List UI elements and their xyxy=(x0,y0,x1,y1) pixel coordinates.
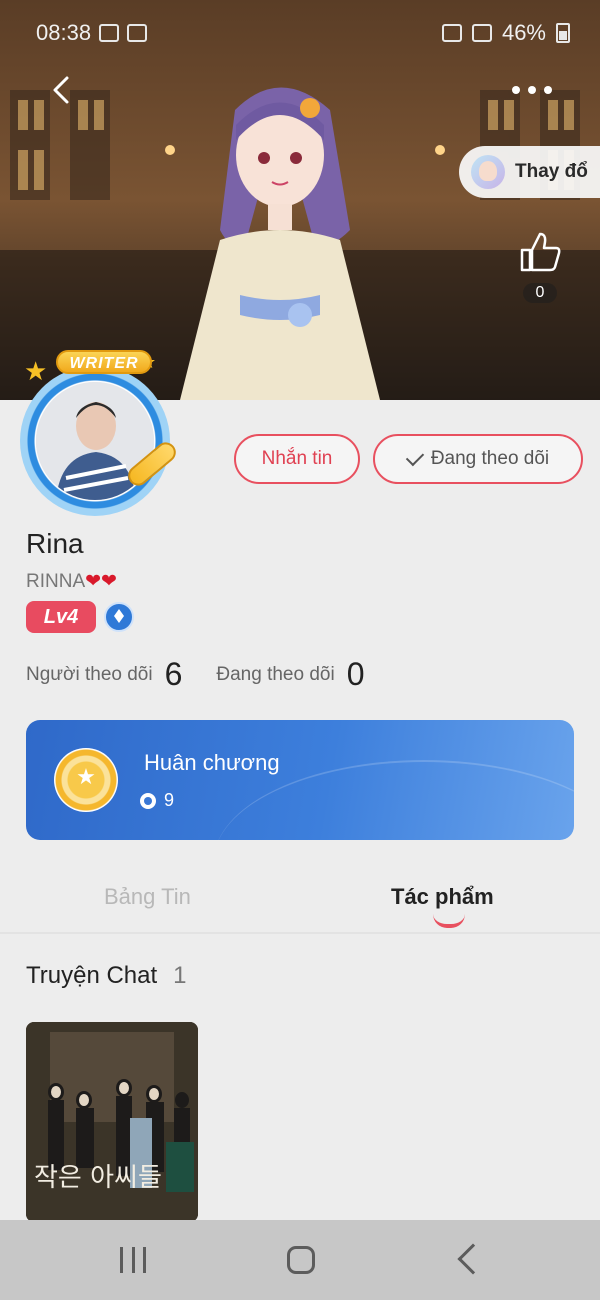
message-button-label: Nhắn tin xyxy=(261,448,333,469)
recent-apps-icon xyxy=(143,1247,146,1273)
tab-works[interactable]: Tác phẩm xyxy=(391,884,494,910)
rank-icon[interactable] xyxy=(104,602,134,632)
medal-title: Huân chương xyxy=(144,750,280,775)
battery-percentage: 46% xyxy=(501,20,546,45)
following-button-label: Đang theo dõi xyxy=(430,448,550,469)
section-header: Truyện Chat 1 xyxy=(26,962,187,990)
recent-apps-icon xyxy=(131,1247,135,1273)
section-title: Truyện Chat xyxy=(26,962,158,989)
profile-username-row: RINNA❤❤ xyxy=(26,570,117,593)
following-button[interactable]: Đang theo dõi xyxy=(373,434,583,484)
profile-username: RINNA xyxy=(26,571,86,592)
video-icon xyxy=(99,24,120,42)
story-poster-title: 작은 아씨들 xyxy=(34,1163,162,1193)
story-card[interactable]: 작은 아씨들 xyxy=(26,1022,198,1222)
recent-apps-button[interactable] xyxy=(120,1247,146,1273)
more-dot-icon xyxy=(544,86,552,94)
chevron-left-icon xyxy=(53,76,69,104)
medal-card[interactable]: Huân chương 9 xyxy=(26,720,574,840)
section-count: 1 xyxy=(173,962,187,989)
heart-icon: ❤❤ xyxy=(85,571,117,592)
following-label[interactable]: Đang theo dõi xyxy=(216,664,334,686)
followers-count[interactable]: 6 xyxy=(165,656,183,693)
home-button[interactable] xyxy=(287,1246,315,1274)
more-dot-icon xyxy=(512,86,520,94)
profile-tabs: Bảng Tin Tác phẩm xyxy=(0,870,600,932)
system-nav-bar xyxy=(0,1220,600,1300)
profile-name: Rina xyxy=(26,528,84,559)
status-bar: 08:38 46% xyxy=(0,0,600,68)
medal-count: 9 xyxy=(164,790,175,810)
outfit-thumbnail xyxy=(471,155,505,189)
signal-icon xyxy=(471,24,492,42)
like-count: 0 xyxy=(523,283,557,303)
more-dot-icon xyxy=(528,86,536,94)
like-button[interactable]: 0 xyxy=(512,230,568,303)
change-outfit-button[interactable]: Thay đổ xyxy=(459,146,600,198)
change-outfit-label: Thay đổ xyxy=(515,161,588,182)
medal-count-row: 9 xyxy=(140,790,174,811)
tab-news-feed[interactable]: Bảng Tin xyxy=(104,884,191,910)
medal-small-icon xyxy=(140,792,156,809)
following-count[interactable]: 0 xyxy=(347,656,365,693)
level-badge[interactable]: Lv4 xyxy=(26,601,96,633)
more-options-button[interactable] xyxy=(512,80,552,100)
gallery-icon xyxy=(127,24,148,42)
message-button[interactable]: Nhắn tin xyxy=(234,434,360,484)
back-button[interactable] xyxy=(42,72,78,108)
status-time: 08:38 xyxy=(36,20,92,45)
medal-icon xyxy=(54,748,118,812)
writer-badge: WRITER xyxy=(56,350,152,374)
recent-apps-icon xyxy=(120,1247,123,1273)
wifi-icon xyxy=(441,24,462,42)
profile-avatar[interactable]: ★ ★ WRITER xyxy=(6,350,186,520)
follow-stats: Người theo dõi 6 Đang theo dõi 0 xyxy=(26,656,399,693)
star-icon: ★ xyxy=(24,356,48,386)
badges-row: Lv4 xyxy=(26,601,134,633)
active-tab-indicator xyxy=(433,914,465,928)
divider xyxy=(0,932,600,934)
followers-label[interactable]: Người theo dõi xyxy=(26,664,153,686)
thumbs-up-icon xyxy=(520,232,561,272)
battery-icon xyxy=(556,23,570,43)
check-icon xyxy=(405,447,425,467)
back-nav-button[interactable] xyxy=(457,1243,489,1275)
